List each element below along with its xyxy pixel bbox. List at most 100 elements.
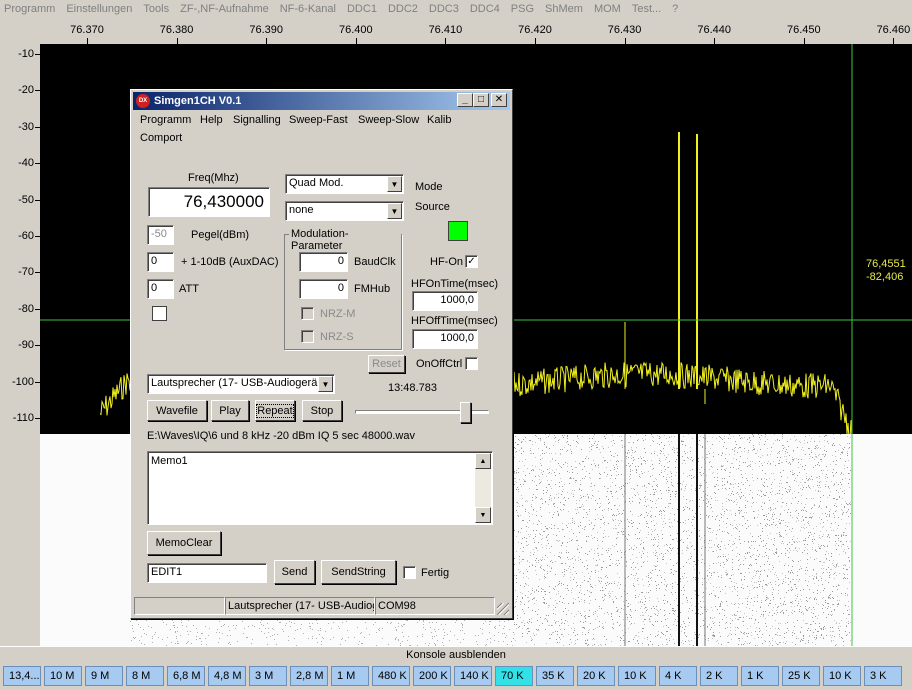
menu-item-5[interactable]: DDC1 <box>347 3 377 15</box>
audio-device-select[interactable]: Lautsprecher (17- USB-Audiogerä ▼ <box>147 374 335 394</box>
source-select[interactable]: none ▼ <box>285 201 404 221</box>
span-button-3[interactable]: 8 M <box>126 666 164 686</box>
menu-item-11[interactable]: MOM <box>594 3 621 15</box>
freq-tick-label: 76.380 <box>159 24 194 36</box>
close-icon[interactable]: ✕ <box>491 93 507 107</box>
dialog-menu-signalling[interactable]: Signalling <box>233 114 281 126</box>
edit-input[interactable]: EDIT1 <box>147 563 267 583</box>
repeat-button-label: Repeat <box>256 403 294 418</box>
span-button-0[interactable]: 13,4... <box>3 666 41 686</box>
memo-textarea[interactable]: Memo1 ▲ ▼ <box>147 451 493 525</box>
dialog-menu-programm[interactable]: Programm <box>140 114 191 126</box>
color-swatch[interactable] <box>152 306 167 321</box>
onoffctrl-checkbox[interactable] <box>465 357 478 370</box>
freq-input[interactable]: 76,430000 <box>148 187 270 217</box>
span-button-15[interactable]: 10 K <box>618 666 656 686</box>
resize-grip-icon[interactable] <box>497 603 509 615</box>
dialog-title: Simgen1CH V0.1 <box>154 95 242 107</box>
repeat-button[interactable]: Repeat <box>255 400 295 421</box>
span-button-12[interactable]: 70 K <box>495 666 533 686</box>
wavefile-button[interactable]: Wavefile <box>147 400 207 421</box>
memo-scrollbar[interactable]: ▲ ▼ <box>475 453 491 523</box>
level-tick-label: -90 <box>18 339 34 352</box>
span-button-18[interactable]: 1 K <box>741 666 779 686</box>
span-button-21[interactable]: 3 K <box>864 666 902 686</box>
stop-button[interactable]: Stop <box>302 400 342 421</box>
status-panel-device: Lautsprecher (17- USB-Audiog <box>225 597 375 615</box>
span-button-10[interactable]: 200 K <box>413 666 451 686</box>
dx-logo-icon: DX <box>136 94 150 108</box>
hfofftime-input[interactable]: 1000,0 <box>412 329 478 349</box>
span-button-9[interactable]: 480 K <box>372 666 410 686</box>
menu-item-2[interactable]: Tools <box>143 3 169 15</box>
span-button-16[interactable]: 4 K <box>659 666 697 686</box>
level-tick-label: -70 <box>18 266 34 279</box>
fmhub-input[interactable]: 0 <box>299 279 348 299</box>
menu-item-12[interactable]: Test... <box>632 3 661 15</box>
status-panel-port: COM98 <box>375 597 495 615</box>
reset-button[interactable]: Reset <box>368 355 405 373</box>
fertig-checkbox[interactable] <box>403 566 416 579</box>
baudclk-input[interactable]: 0 <box>299 252 348 272</box>
memo-text: Memo1 <box>151 455 188 467</box>
volume-slider[interactable] <box>351 400 493 424</box>
span-button-1[interactable]: 10 M <box>44 666 82 686</box>
menu-item-10[interactable]: ShMem <box>545 3 583 15</box>
freq-tick-label: 76.370 <box>70 24 104 36</box>
dialog-menu-sweep-fast[interactable]: Sweep-Fast <box>289 114 348 126</box>
minimize-icon[interactable]: _ <box>457 93 473 107</box>
dialog-menu-sweep-slow[interactable]: Sweep-Slow <box>358 114 419 126</box>
level-tick-label: -20 <box>18 84 34 97</box>
menu-item-9[interactable]: PSG <box>511 3 534 15</box>
span-button-5[interactable]: 4,8 M <box>208 666 246 686</box>
hfontime-input[interactable]: 1000,0 <box>412 291 478 311</box>
dialog-titlebar[interactable]: DX Simgen1CH V0.1 <box>133 92 510 110</box>
span-button-6[interactable]: 3 M <box>249 666 287 686</box>
menu-item-6[interactable]: DDC2 <box>388 3 418 15</box>
pegel-input[interactable]: -50 <box>147 225 174 245</box>
nrzm-label: NRZ-M <box>320 308 356 320</box>
span-button-bar: 13,4... 10 M9 M8 M 6,8 M 4,8 M3 M 2,8 M1 M 48… <box>0 663 912 690</box>
span-button-7[interactable]: 2,8 M <box>290 666 328 686</box>
nrzs-checkbox[interactable] <box>301 330 314 343</box>
menu-item-7[interactable]: DDC3 <box>429 3 459 15</box>
send-button[interactable]: Send <box>274 560 315 584</box>
hfon-checkbox[interactable]: ✓ <box>465 255 478 268</box>
play-button[interactable]: Play <box>211 400 249 421</box>
span-button-4[interactable]: 6,8 M <box>167 666 205 686</box>
menu-item-1[interactable]: Einstellungen <box>66 3 132 15</box>
span-button-17[interactable]: 2 K <box>700 666 738 686</box>
menu-item-0[interactable]: Programm <box>4 3 55 15</box>
nrzm-checkbox[interactable] <box>301 307 314 320</box>
span-button-13[interactable]: 35 K <box>536 666 574 686</box>
span-button-11[interactable]: 140 K <box>454 666 492 686</box>
menu-item-3[interactable]: ZF-,NF-Aufnahme <box>180 3 269 15</box>
span-button-20[interactable]: 10 K <box>823 666 861 686</box>
span-button-14[interactable]: 20 K <box>577 666 615 686</box>
level-tick-label: -30 <box>18 120 34 133</box>
scroll-up-icon[interactable]: ▲ <box>475 453 491 469</box>
menu-item-8[interactable]: DDC4 <box>470 3 500 15</box>
volume-slider-thumb[interactable] <box>460 402 471 423</box>
att-input[interactable]: 0 <box>147 279 174 299</box>
dialog-menu-comport[interactable]: Comport <box>140 132 182 144</box>
onoffctrl-label: OnOffCtrl <box>416 358 463 370</box>
hfontime-label: HFOnTime(msec) <box>411 278 498 290</box>
span-button-8[interactable]: 1 M <box>331 666 369 686</box>
chevron-down-icon[interactable]: ▼ <box>387 203 402 219</box>
memoclear-button[interactable]: MemoClear <box>147 531 221 555</box>
menu-item-4[interactable]: NF-6-Kanal <box>280 3 336 15</box>
auxdac-input[interactable]: 0 <box>147 252 174 272</box>
chevron-down-icon[interactable]: ▼ <box>387 176 402 192</box>
modulation-select[interactable]: Quad Mod. ▼ <box>285 174 404 194</box>
chevron-down-icon[interactable]: ▼ <box>318 376 333 392</box>
span-button-19[interactable]: 25 K <box>782 666 820 686</box>
menu-item-13[interactable]: ? <box>672 3 678 15</box>
console-toggle-button[interactable]: Konsole ausblenden <box>0 646 912 663</box>
maximize-icon[interactable]: □ <box>473 93 489 107</box>
sendstring-button[interactable]: SendString <box>321 560 396 584</box>
scroll-down-icon[interactable]: ▼ <box>475 507 491 523</box>
span-button-2[interactable]: 9 M <box>85 666 123 686</box>
dialog-menu-kalib[interactable]: Kalib <box>427 114 451 126</box>
dialog-menu-help[interactable]: Help <box>200 114 223 126</box>
